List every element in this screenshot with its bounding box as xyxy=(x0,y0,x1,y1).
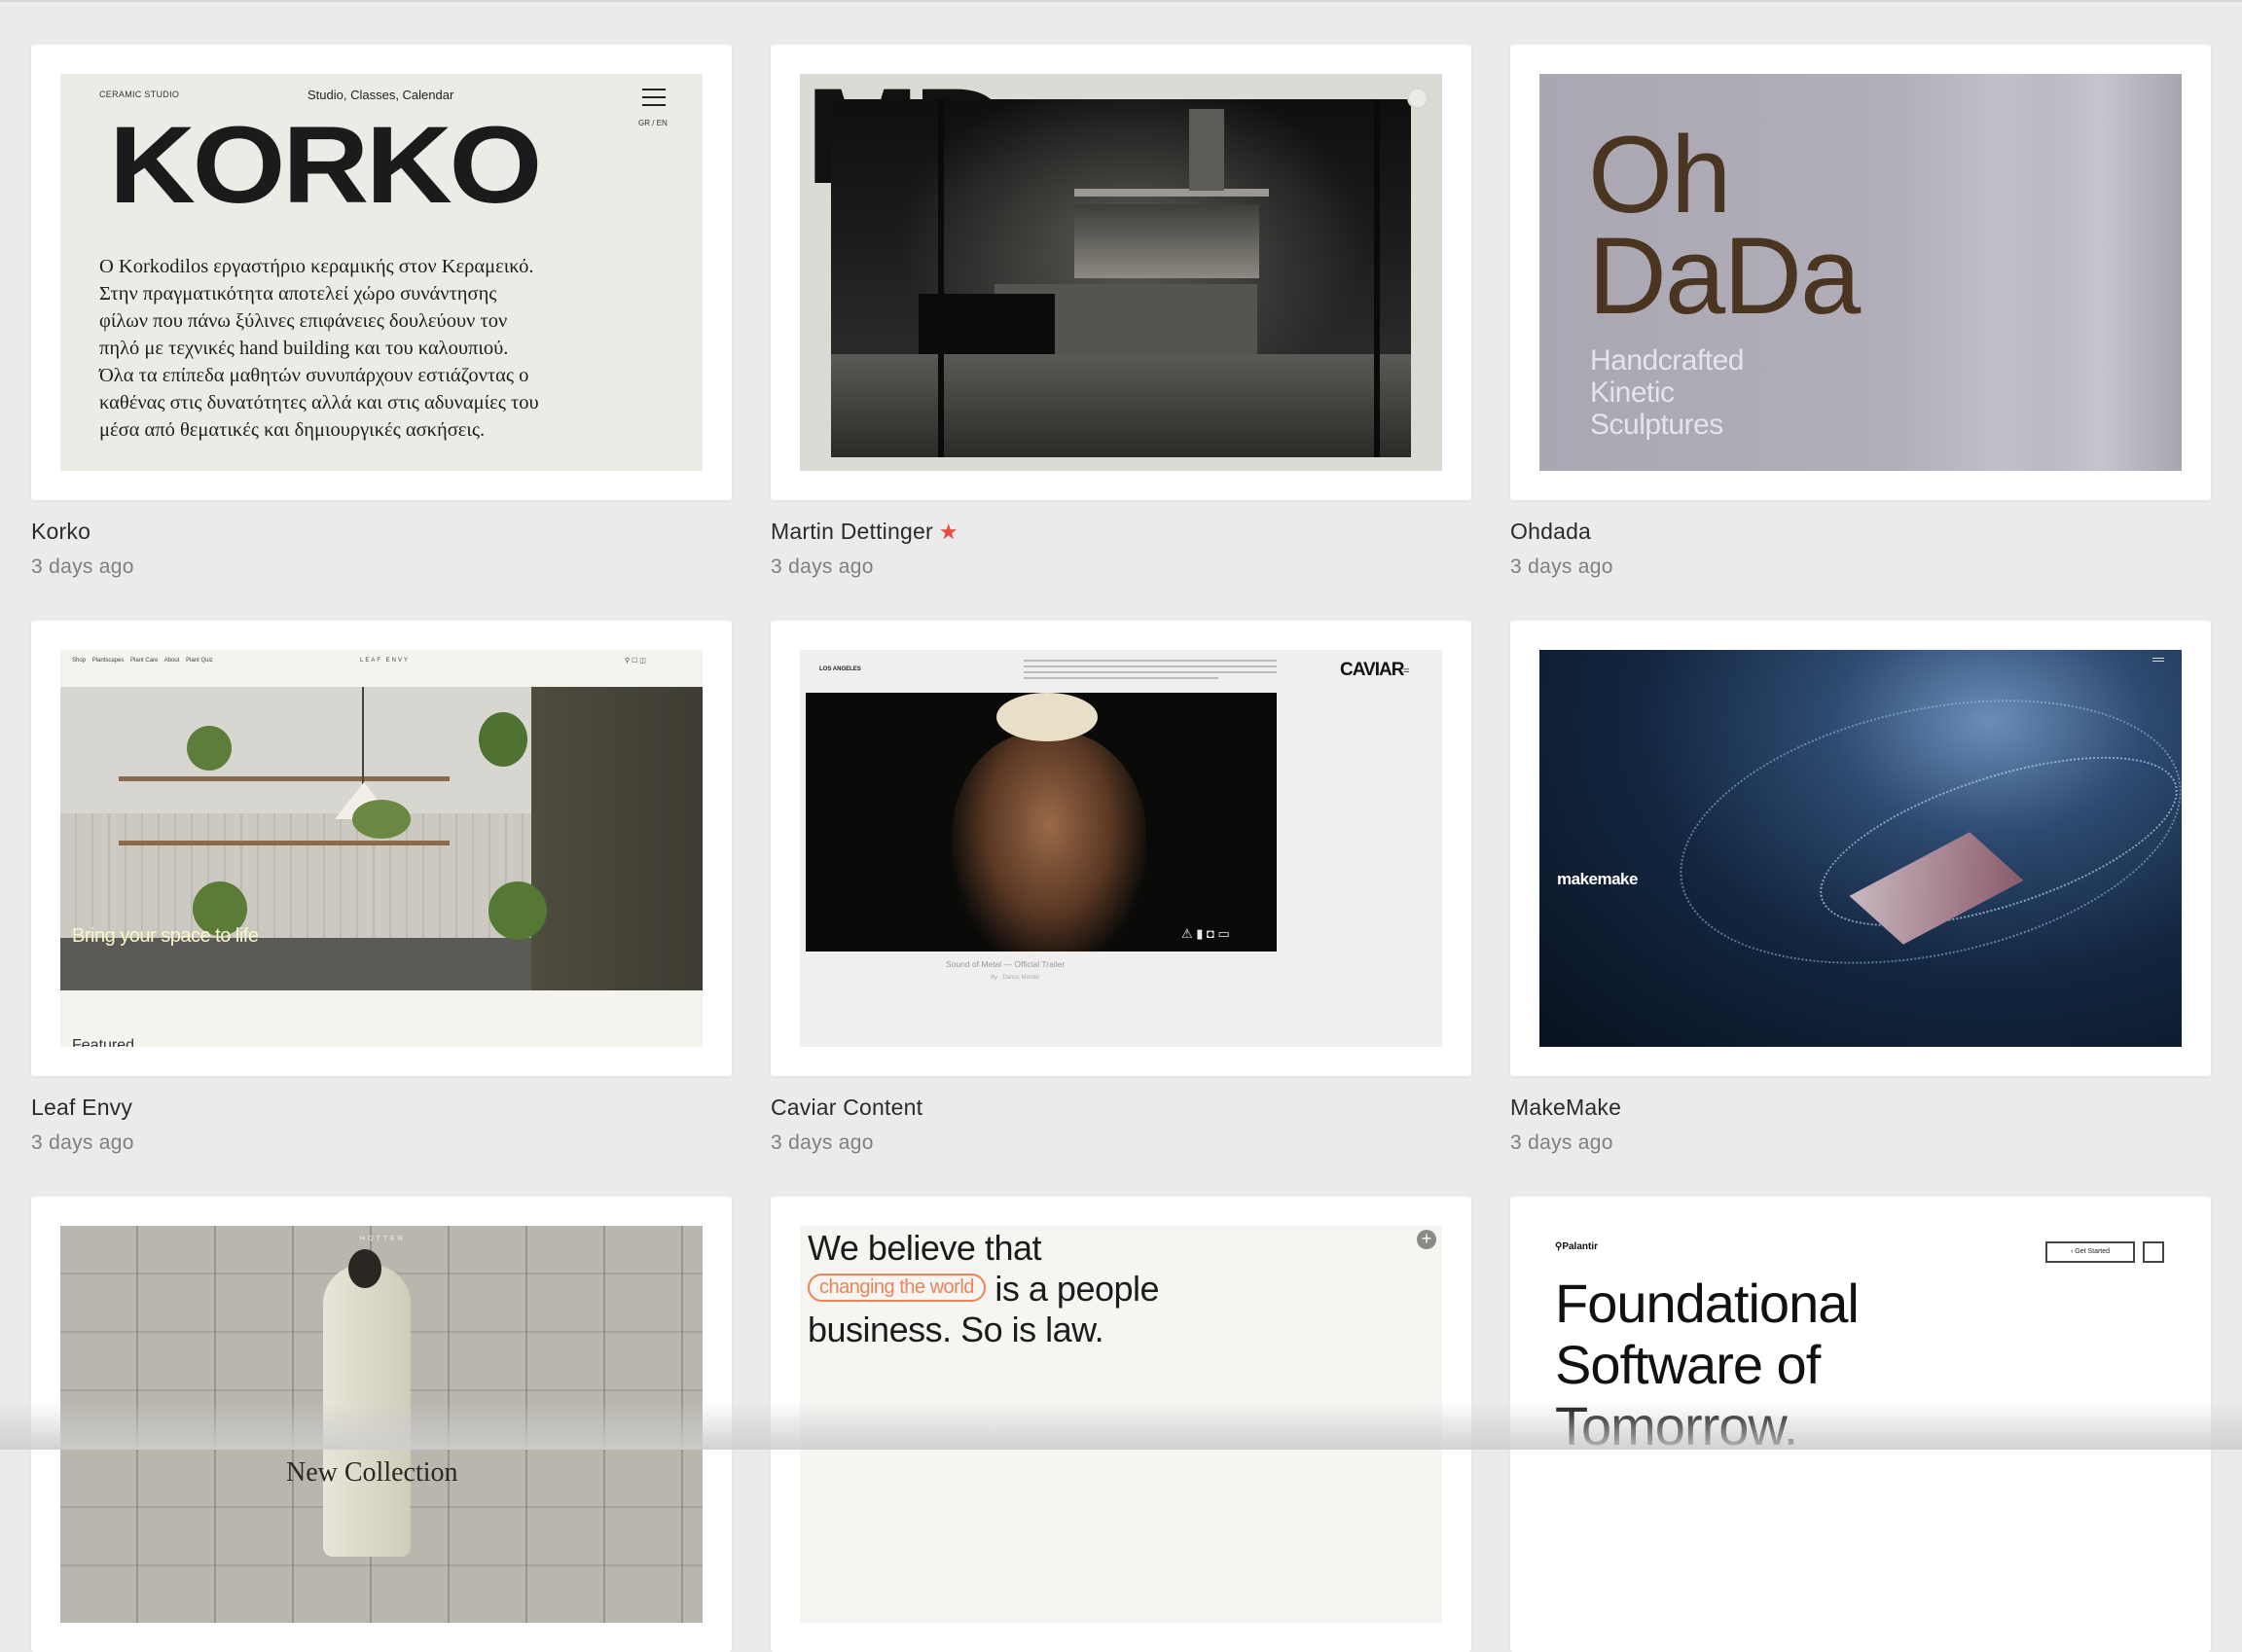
preview-subtitle: Kinetic xyxy=(1590,377,1675,409)
preview-language: GR / EN xyxy=(638,119,668,127)
preview-brand: CERAMIC STUDIO xyxy=(99,90,180,99)
preview-headline-line: We believe that xyxy=(808,1228,1041,1268)
thumbnail-palantir[interactable]: ⚲Palantir ‹ Get Started Foundational Sof… xyxy=(1539,1226,2182,1623)
project-card-we-believe[interactable]: We believe that changing the world is a … xyxy=(771,1197,1471,1652)
thumbnail-leaf-envy[interactable]: Shop Plantscapes Plant Care About Plant … xyxy=(60,650,703,1047)
preview-body: Ο Korkodilos εργαστήριο κεραμικής στον Κ… xyxy=(99,253,683,444)
preview-nav: Studio, Classes, Calendar xyxy=(307,88,454,102)
card-timestamp: 3 days ago xyxy=(771,1131,874,1154)
thumbnail-makemake[interactable]: makemake xyxy=(1539,650,2182,1047)
card-title[interactable]: MakeMake xyxy=(1510,1095,1621,1121)
project-card-hotter[interactable]: HOTTER New Collection xyxy=(31,1197,732,1652)
project-card-ohdada[interactable]: Oh DaDa Handcrafted Kinetic Sculptures xyxy=(1510,45,2211,500)
project-card-caviar-content[interactable]: LOS ANGELES CAVIAR = ⚠ ▮ ◘ ▭ Sound of Me… xyxy=(771,621,1471,1076)
card-title[interactable]: Martin Dettinger xyxy=(771,519,933,544)
project-card-korko[interactable]: CERAMIC STUDIO Studio, Classes, Calendar… xyxy=(31,45,732,500)
hamburger-icon xyxy=(642,88,666,106)
card-title[interactable]: Caviar Content xyxy=(771,1095,922,1121)
thumbnail-we-believe[interactable]: We believe that changing the world is a … xyxy=(800,1226,1442,1623)
preview-headline: New Collection xyxy=(286,1457,458,1488)
thumbnail-martin-dettinger[interactable]: MD xyxy=(800,74,1442,471)
thumbnail-korko[interactable]: CERAMIC STUDIO Studio, Classes, Calendar… xyxy=(60,74,703,471)
project-card-palantir[interactable]: ⚲Palantir ‹ Get Started Foundational Sof… xyxy=(1510,1197,2211,1652)
project-card-leaf-envy[interactable]: Shop Plantscapes Plant Care About Plant … xyxy=(31,621,732,1076)
preview-body-line: μέσα από θεματικές και δημιουργικές ασκή… xyxy=(99,419,486,441)
card-title[interactable]: Korko xyxy=(31,519,90,545)
plus-icon[interactable]: + xyxy=(1417,1230,1436,1249)
preview-brand: ⚲Palantir xyxy=(1555,1241,1598,1252)
preview-body-line: Όλα τα επίπεδα μαθητών συνυπάρχουν εστιά… xyxy=(99,365,529,386)
card-timestamp: 3 days ago xyxy=(1510,1131,1613,1154)
card-title[interactable]: Leaf Envy xyxy=(31,1095,132,1121)
preview-brand: HOTTER xyxy=(360,1236,406,1242)
card-timestamp: 3 days ago xyxy=(31,556,134,578)
preview-cta-label: Get Started xyxy=(2075,1248,2111,1255)
preview-logos: ⚠ ▮ ◘ ▭ xyxy=(1181,926,1230,941)
preview-location: LOS ANGELES xyxy=(819,666,861,672)
card-title[interactable]: Ohdada xyxy=(1510,519,1591,545)
preview-headline: Bring your space to life xyxy=(72,925,259,947)
preview-headline-line: Tomorrow. xyxy=(1555,1395,1798,1456)
preview-headline-line: business. So is law. xyxy=(808,1310,1104,1349)
preview-body-line: Στην πραγματικότητα αποτελεί χώρο συνάντ… xyxy=(99,283,497,305)
circle-icon xyxy=(1407,88,1428,109)
preview-logo-line: Oh xyxy=(1588,114,1731,235)
preview-nav-item: Plant Care xyxy=(130,658,159,664)
preview-subtitle: Handcrafted xyxy=(1590,344,1744,377)
preview-nav-item: Plantscapes xyxy=(91,658,125,664)
thumbnail-hotter[interactable]: HOTTER New Collection xyxy=(60,1226,703,1623)
project-card-martin-dettinger[interactable]: MD xyxy=(771,45,1471,500)
preview-brand-text: Palantir xyxy=(1562,1241,1599,1252)
preview-nav: Shop Plantscapes Plant Care About Plant … xyxy=(72,658,213,664)
preview-cut-text: Featured xyxy=(72,1037,135,1047)
preview-nav-item: Plant Quiz xyxy=(186,658,213,664)
preview-logo-line: DaDa xyxy=(1588,215,1861,337)
preview-caption: Sound of Metal — Official Trailer xyxy=(946,959,1066,969)
card-timestamp: 3 days ago xyxy=(1510,556,1613,578)
thumbnail-caviar-content[interactable]: LOS ANGELES CAVIAR = ⚠ ▮ ◘ ▭ Sound of Me… xyxy=(800,650,1442,1047)
preview-kitchen-photo xyxy=(831,99,1411,457)
grid-top-edge xyxy=(0,0,2242,2)
preview-credit: By · Darius Marder xyxy=(991,975,1040,981)
card-timestamp: 3 days ago xyxy=(31,1131,134,1154)
preview-nav-item: Shop xyxy=(72,658,87,664)
preview-logo: KORKO xyxy=(109,104,542,226)
preview-highlight-pill: changing the world xyxy=(808,1273,986,1302)
preview-cta-button: ‹ Get Started xyxy=(2045,1241,2135,1263)
project-card-makemake[interactable]: makemake xyxy=(1510,621,2211,1076)
preview-headline-line: Software of xyxy=(1555,1334,1821,1395)
preview-intro-text xyxy=(1024,660,1277,679)
star-icon[interactable]: ★ xyxy=(939,520,958,544)
preview-body-line: καθένας στις δυνατότητες αλλά και στις α… xyxy=(99,392,539,413)
menu-icon xyxy=(2143,1241,2164,1263)
preview-body-line: φίλων που πάνω ξύλινες επιφάνειες δουλεύ… xyxy=(99,310,508,332)
hamburger-icon: = xyxy=(1403,665,1410,677)
thumbnail-ohdada[interactable]: Oh DaDa Handcrafted Kinetic Sculptures xyxy=(1539,74,2182,471)
preview-headline-line: changing the world is a people xyxy=(808,1269,1160,1310)
preview-body-line: Ο Korkodilos εργαστήριο κεραμικής στον Κ… xyxy=(99,256,534,277)
card-title-row[interactable]: Martin Dettinger ★ xyxy=(771,519,958,545)
preview-model xyxy=(323,1265,411,1557)
preview-logo: CAVIAR xyxy=(1340,660,1404,680)
hamburger-icon xyxy=(2152,658,2164,662)
preview-video-still: ⚠ ▮ ◘ ▭ xyxy=(806,693,1277,952)
preview-overlay: makemake xyxy=(1557,870,1638,888)
preview-nav-item: About xyxy=(163,658,180,664)
card-timestamp: 3 days ago xyxy=(771,556,874,578)
preview-headline-line: Foundational xyxy=(1555,1273,1860,1334)
preview-headline-text: is a people xyxy=(994,1269,1160,1309)
preview-body-line: πηλό με τεχνικές hand building και του κ… xyxy=(99,338,509,359)
preview-icons: ⚲ ☐ ◫ xyxy=(625,658,646,664)
preview-subtitle: Sculptures xyxy=(1590,409,1723,441)
preview-brand: LEAF ENVY xyxy=(360,658,411,664)
